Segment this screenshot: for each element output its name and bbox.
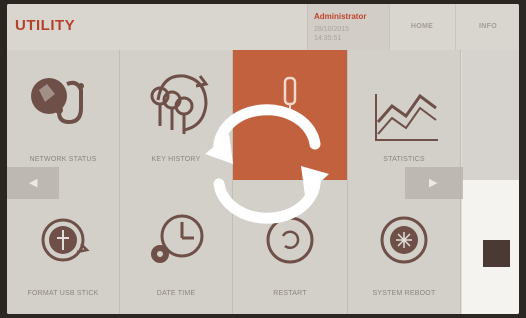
tile-label: FORMAT USB STICK (27, 290, 99, 297)
tile-label: SYSTEM REBOOT (372, 290, 436, 297)
touch-screen: UTILITY Administrator 28/10/2015 14:35:5… (7, 4, 519, 314)
statistics-tile[interactable]: STATISTICS (348, 50, 461, 181)
info-button[interactable]: INFO (455, 4, 519, 50)
tile-label: NETWORK STATUS (29, 156, 97, 163)
user-name: Administrator (314, 12, 367, 21)
scroll-left-button[interactable]: ◀ (7, 167, 59, 199)
scroll-right-button[interactable]: ▶ (405, 167, 463, 199)
user-info: Administrator 28/10/2015 14:35:51 (307, 4, 390, 50)
tile-label: RESTART (273, 290, 307, 297)
current-time: 14:35:51 (314, 35, 342, 42)
page-title: UTILITY (15, 17, 76, 34)
system-reboot-tile[interactable]: SYSTEM REBOOT (348, 180, 461, 314)
home-button[interactable]: HOME (389, 4, 454, 50)
header-bar: UTILITY Administrator 28/10/2015 14:35:5… (7, 4, 519, 51)
tile-label: STATISTICS (383, 156, 425, 163)
network-status-tile[interactable]: NETWORK STATUS (7, 50, 120, 181)
tile-label: DATE TIME (156, 290, 196, 297)
current-date: 28/10/2015 (314, 26, 350, 33)
sync-loading-icon (205, 104, 329, 224)
stop-icon[interactable] (483, 240, 510, 267)
side-panel (462, 50, 519, 180)
format-usb-tile[interactable]: FORMAT USB STICK (7, 180, 120, 314)
